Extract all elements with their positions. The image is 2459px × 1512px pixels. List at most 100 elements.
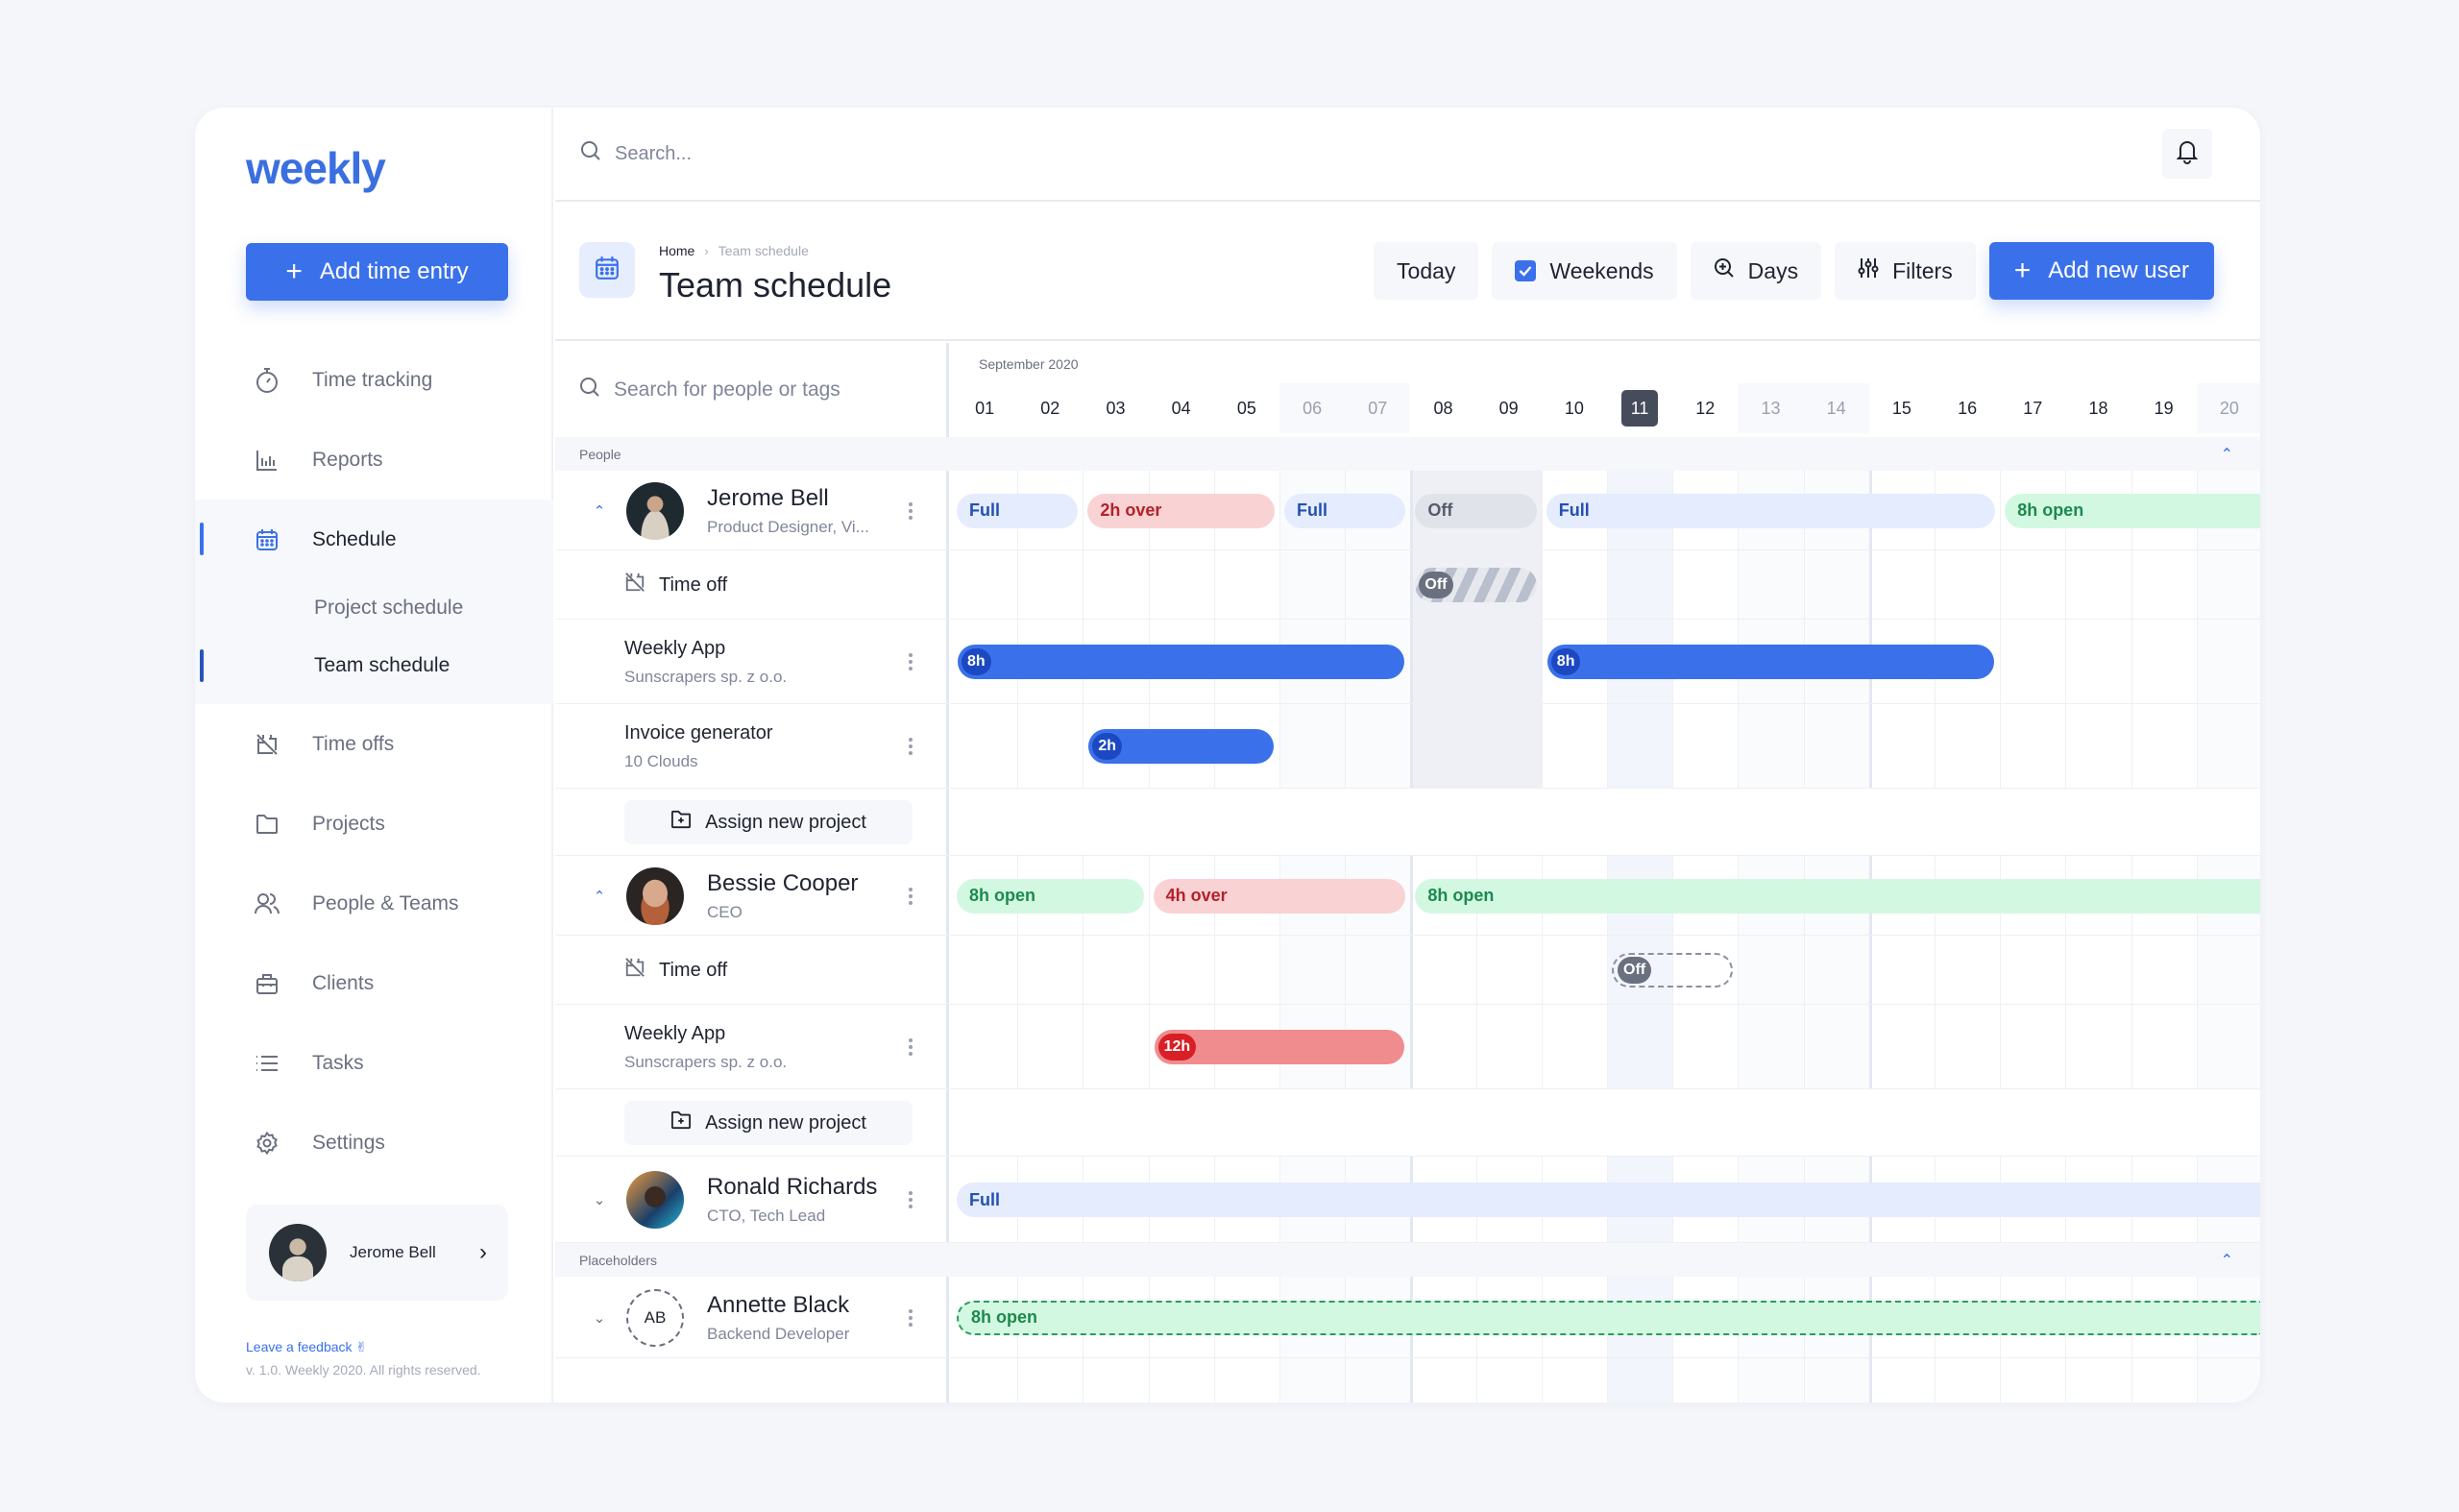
capacity-pill-over[interactable]: 4h over <box>1153 878 1406 914</box>
project-name[interactable]: Weekly App <box>624 638 901 660</box>
sidebar-item-clients[interactable]: Clients <box>195 943 553 1023</box>
assign-new-project-button[interactable]: Assign new project <box>624 1101 913 1145</box>
day-header[interactable]: 18 <box>2065 383 2130 433</box>
sidebar-item-people-teams[interactable]: People & Teams <box>195 864 553 943</box>
person-name[interactable]: Bessie Cooper <box>707 870 901 897</box>
leave-feedback-link[interactable]: Leave a feedback ✌ <box>246 1339 367 1355</box>
add-new-user-button[interactable]: + Add new user <box>1988 242 2214 300</box>
more-options-icon[interactable] <box>901 1308 920 1327</box>
weekend-column <box>1279 1358 1346 1402</box>
day-header[interactable]: 04 <box>1149 383 1214 433</box>
day-header[interactable]: 19 <box>2131 383 2197 433</box>
weekends-toggle[interactable]: Weekends <box>1492 242 1677 300</box>
capacity-pill-off[interactable]: Off <box>1415 493 1537 528</box>
sidebar-subitem-project-schedule[interactable]: Project schedule <box>195 579 553 637</box>
day-header[interactable]: 10 <box>1542 383 1607 433</box>
project-name[interactable]: Weekly App <box>624 1023 901 1045</box>
person-name[interactable]: Jerome Bell <box>707 485 901 512</box>
capacity-pill-over[interactable]: 2h over <box>1087 493 1275 528</box>
chevron-down-icon[interactable]: ⌄ <box>590 1191 609 1208</box>
avatar <box>626 1171 684 1229</box>
weekends-checkbox[interactable] <box>1515 260 1537 281</box>
weekend-column <box>1345 704 1411 789</box>
day-header[interactable]: 05 <box>1214 383 1279 433</box>
sidebar-item-time-tracking[interactable]: Time tracking <box>195 340 553 420</box>
day-header[interactable]: 17 <box>2000 383 2065 433</box>
assignment-bar[interactable]: 2h <box>1088 729 1274 764</box>
capacity-pill-open[interactable]: 8h open <box>957 1300 2260 1335</box>
chevron-up-icon[interactable]: ⌃ <box>2221 1251 2233 1270</box>
assignment-bar[interactable]: 12h <box>1154 1030 1405 1064</box>
day-header[interactable]: 09 <box>1476 383 1542 433</box>
day-header[interactable]: 01 <box>952 383 1017 433</box>
chevron-up-icon[interactable]: ⌃ <box>2221 445 2233 464</box>
capacity-pill-full[interactable]: Full <box>1546 493 1996 528</box>
time-off-bar[interactable]: Off <box>1612 953 1734 988</box>
day-header[interactable]: 08 <box>1410 383 1475 433</box>
day-header[interactable]: 13 <box>1738 383 1804 433</box>
add-time-entry-button[interactable]: + Add time entry <box>246 243 508 301</box>
day-header[interactable]: 12 <box>1672 383 1738 433</box>
sidebar-subitem-team-schedule[interactable]: Team schedule <box>195 637 553 695</box>
more-options-icon[interactable] <box>901 1191 920 1208</box>
day-header[interactable]: 06 <box>1279 383 1346 433</box>
sidebar-item-settings[interactable]: Settings <box>195 1103 553 1183</box>
day-header[interactable]: 15 <box>1869 383 1935 433</box>
day-header[interactable]: 16 <box>1935 383 2000 433</box>
assignment-bar[interactable]: 8h <box>1546 645 1995 679</box>
more-options-icon[interactable] <box>901 887 920 905</box>
current-user-card[interactable]: Jerome Bell › <box>246 1205 508 1301</box>
briefcase-icon <box>253 969 281 998</box>
breadcrumb-home[interactable]: Home <box>659 243 694 258</box>
weekend-column <box>1803 704 1869 789</box>
capacity-pill-open[interactable]: 8h open <box>2005 493 2260 528</box>
today-button[interactable]: Today <box>1374 242 1479 300</box>
sidebar-item-reports[interactable]: Reports <box>195 420 553 500</box>
assign-new-project-button[interactable]: Assign new project <box>624 800 913 844</box>
capacity-pill-full[interactable]: Full <box>1284 493 1406 528</box>
sidebar-item-schedule[interactable]: Schedule <box>195 500 553 579</box>
notifications-button[interactable] <box>2162 129 2212 179</box>
project-name[interactable]: Invoice generator <box>624 722 901 744</box>
more-options-icon[interactable] <box>901 1038 920 1056</box>
more-options-icon[interactable] <box>901 653 920 671</box>
grid-line <box>2065 1358 2067 1402</box>
capacity-pill-full[interactable]: Full <box>957 1183 2260 1217</box>
sidebar-item-time-offs[interactable]: Time offs <box>195 704 553 784</box>
grid-line <box>2196 1005 2198 1089</box>
day-header[interactable]: 02 <box>1017 383 1083 433</box>
day-header[interactable]: 20 <box>2196 383 2260 433</box>
person-name[interactable]: Ronald Richards <box>707 1174 901 1201</box>
sidebar-nav: Time tracking Reports Schedule Project s… <box>195 340 553 1183</box>
capacity-pill-full[interactable]: Full <box>957 493 1079 528</box>
chevron-up-icon[interactable]: ⌃ <box>590 502 609 520</box>
capacity-pill-open[interactable]: 8h open <box>957 878 1144 914</box>
days-zoom-button[interactable]: Days <box>1690 242 1822 300</box>
logo[interactable]: weekly <box>246 142 386 194</box>
day-number: 13 <box>1761 398 1781 418</box>
hours-chip: 8h <box>962 648 991 675</box>
day-header[interactable]: 03 <box>1083 383 1148 433</box>
page-title: Team schedule <box>659 265 892 305</box>
sidebar-group-schedule: Schedule Project schedule Team schedule <box>195 500 553 704</box>
time-off-bar[interactable]: Off <box>1415 568 1537 602</box>
day-header[interactable]: 14 <box>1803 383 1869 433</box>
capacity-pill-open[interactable]: 8h open <box>1415 878 2260 914</box>
chevron-up-icon[interactable]: ⌃ <box>590 888 609 905</box>
more-options-icon[interactable] <box>901 501 920 520</box>
day-header[interactable]: 07 <box>1345 383 1411 433</box>
chevron-down-icon[interactable]: ⌄ <box>590 1309 609 1327</box>
grid-line <box>2196 936 2198 1005</box>
day-header-today[interactable]: 11 <box>1607 383 1672 433</box>
sidebar-item-tasks[interactable]: Tasks <box>195 1023 553 1103</box>
more-options-icon[interactable] <box>901 738 920 755</box>
assignment-bar[interactable]: 8h <box>958 645 1405 679</box>
filters-button[interactable]: Filters <box>1835 242 1976 300</box>
global-search-input[interactable] <box>615 142 1191 165</box>
person-name[interactable]: Annette Black <box>707 1292 901 1319</box>
grid-line <box>1148 1005 1150 1089</box>
people-search-input[interactable] <box>614 378 902 402</box>
grid-line <box>1475 704 1477 789</box>
sidebar-item-projects[interactable]: Projects <box>195 784 553 864</box>
search-icon <box>580 140 601 167</box>
